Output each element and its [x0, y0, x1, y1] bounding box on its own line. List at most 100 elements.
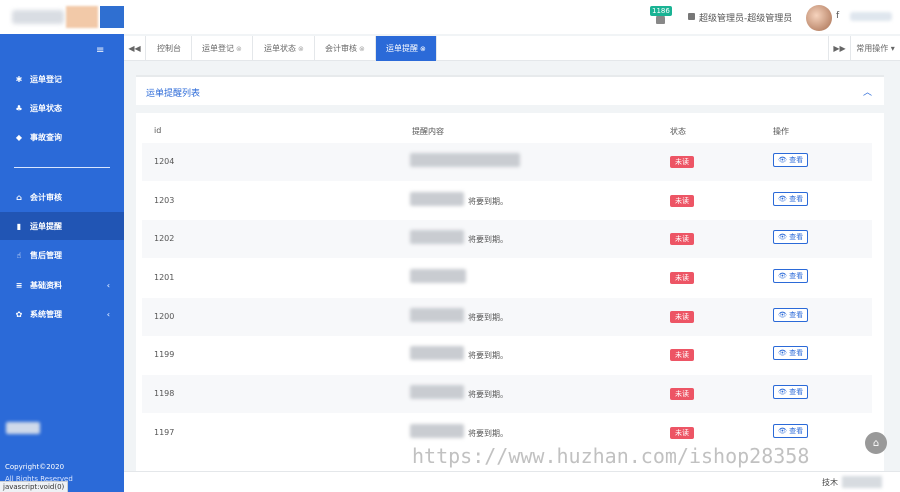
redacted-content: [410, 346, 464, 360]
tab-label: 运单登记: [202, 44, 234, 53]
sidebar-item-label: 运单登记: [30, 74, 62, 84]
table-row: 1198 将要到期。 未读 👁 查看: [142, 375, 872, 413]
redacted-content: [410, 385, 464, 399]
view-button[interactable]: 👁 查看: [773, 192, 809, 206]
redacted-content: [410, 269, 466, 283]
sidebar-divider: [14, 167, 110, 168]
sidebar-item-waybill-status[interactable]: ♣ 运单状态: [0, 94, 124, 122]
chevron-up-icon[interactable]: ︿: [863, 85, 872, 98]
sidebar-item-basic-data[interactable]: ≡ 基础资料 ‹: [0, 271, 124, 299]
sidebar-footer: Copyright©2020 All Rights Reserved: [0, 412, 124, 492]
bank-icon: ⌂: [16, 192, 22, 202]
row-content: 将要到期。: [468, 235, 508, 244]
notification-count-badge: 1186: [650, 6, 672, 16]
tab-waybill-reminder[interactable]: 运单提醒 ⊗: [376, 36, 437, 61]
menu-icon[interactable]: ≡: [96, 45, 104, 56]
table-row: 1201 未读 👁 查看: [142, 259, 872, 297]
user-role-link[interactable]: 超级管理员-超级管理员: [699, 11, 792, 24]
tab-label: 运单状态: [264, 44, 296, 53]
tab-waybill-register[interactable]: 运单登记 ⊗: [192, 36, 253, 61]
sidebar-item-system-admin[interactable]: ✿ 系统管理 ‹: [0, 300, 124, 328]
footer-tech-label: 技木: [822, 478, 838, 487]
view-button-label: 查看: [789, 233, 804, 241]
view-button-label: 查看: [789, 349, 804, 357]
top-header: 1186 超级管理员-超级管理员 f: [0, 0, 900, 34]
redacted-content: [410, 230, 464, 244]
close-icon[interactable]: ⊗: [298, 45, 304, 53]
avatar[interactable]: [806, 5, 832, 31]
status-badge: 未读: [670, 388, 694, 400]
row-content: 将要到期。: [468, 390, 508, 399]
view-button-label: 查看: [789, 427, 804, 435]
sidebar-item-accident-query[interactable]: ◆ 事故查询: [0, 123, 124, 151]
sidebar-item-after-sales[interactable]: ☝ 售后管理: [0, 241, 124, 269]
row-id: 1204: [154, 157, 175, 166]
sidebar-item-accounting-audit[interactable]: ⌂ 会计审核: [0, 183, 124, 211]
copyright-text: Copyright©2020: [5, 463, 65, 471]
close-icon[interactable]: ⊗: [420, 45, 426, 53]
tab-label: 控制台: [157, 44, 181, 53]
column-header-status: 状态: [670, 127, 686, 136]
common-operations-label: 常用操作: [856, 44, 889, 53]
row-id: 1201: [154, 273, 175, 282]
view-button[interactable]: 👁 查看: [773, 308, 809, 322]
view-button-label: 查看: [789, 156, 804, 164]
main-content: 运单提醒列表 ︿ id 提醒内容 状态 操作 1204 未读 👁 查看 1203…: [124, 61, 900, 473]
sidebar-item-label: 基础资料: [30, 280, 62, 290]
tab-waybill-status[interactable]: 运单状态 ⊗: [254, 36, 315, 61]
close-icon[interactable]: ⊗: [236, 45, 242, 53]
logo-blur: [100, 6, 124, 28]
redacted-content: [410, 153, 520, 167]
tab-bar: ◀◀ 控制台 运单登记 ⊗ 运单状态 ⊗ 会计审核 ⊗ 运单提醒 ⊗ ▶▶ 常用…: [124, 36, 900, 61]
table-row: 1199 将要到期。 未读 👁 查看: [142, 336, 872, 374]
tab-dashboard[interactable]: 控制台: [147, 36, 192, 61]
sidebar-item-label: 运单提醒: [30, 221, 62, 231]
status-badge: 未读: [670, 195, 694, 207]
logo[interactable]: [0, 0, 124, 34]
sidebar-item-label: 运单状态: [30, 103, 62, 113]
tab-scroll-left-button[interactable]: ◀◀: [124, 36, 146, 61]
sidebar: ≡ ✱ 运单登记 ♣ 运单状态 ◆ 事故查询 ⌂ 会计审核 ▮ 运单提醒 ☝ 售…: [0, 34, 124, 492]
row-id: 1197: [154, 428, 175, 437]
view-button[interactable]: 👁 查看: [773, 269, 809, 283]
paw-icon: ✱: [15, 74, 23, 84]
user-home-icon: [688, 13, 695, 20]
row-content: 将要到期。: [468, 351, 508, 360]
user-name-initial[interactable]: f: [836, 11, 839, 21]
row-id: 1198: [154, 389, 175, 398]
chevron-left-icon: ‹: [106, 280, 110, 290]
gear-icon: ✿: [15, 309, 23, 319]
status-badge: 未读: [670, 349, 694, 361]
common-operations-dropdown[interactable]: 常用操作 ▾: [850, 36, 900, 61]
sidebar-item-label: 事故查询: [30, 132, 62, 142]
watermark-text: https://www.huzhan.com/ishop28358: [412, 444, 810, 468]
status-badge: 未读: [670, 233, 694, 245]
row-id: 1199: [154, 350, 175, 359]
tab-label: 运单提醒: [386, 44, 418, 53]
notification-button[interactable]: 1186: [650, 6, 672, 28]
redacted-content: [410, 308, 464, 322]
list-icon: ≡: [15, 280, 23, 290]
reminder-table: id 提醒内容 状态 操作 1204 未读 👁 查看 1203 将要到期。 未读…: [136, 113, 884, 473]
footer-logo-blur: [6, 422, 40, 434]
tab-accounting-audit[interactable]: 会计审核 ⊗: [315, 36, 376, 61]
table-row: 1200 将要到期。 未读 👁 查看: [142, 298, 872, 336]
view-button[interactable]: 👁 查看: [773, 424, 809, 438]
view-button[interactable]: 👁 查看: [773, 153, 809, 167]
logo-blur: [12, 10, 64, 24]
panel-header: 运单提醒列表 ︿: [136, 75, 884, 105]
diamond-icon: ◆: [15, 132, 23, 142]
view-button[interactable]: 👁 查看: [773, 230, 809, 244]
tab-scroll-right-button[interactable]: ▶▶: [828, 36, 850, 61]
chevron-left-icon: ‹: [106, 309, 110, 319]
sidebar-item-waybill-reminder[interactable]: ▮ 运单提醒: [0, 212, 124, 240]
view-button-label: 查看: [789, 388, 804, 396]
home-icon[interactable]: ⌂: [865, 432, 887, 454]
table-row: 1203 将要到期。 未读 👁 查看: [142, 182, 872, 220]
close-icon[interactable]: ⊗: [359, 45, 365, 53]
view-button-label: 查看: [789, 272, 804, 280]
view-button[interactable]: 👁 查看: [773, 346, 809, 360]
sidebar-item-waybill-register[interactable]: ✱ 运单登记: [0, 65, 124, 93]
tab-label: 会计审核: [325, 44, 357, 53]
view-button[interactable]: 👁 查看: [773, 385, 809, 399]
